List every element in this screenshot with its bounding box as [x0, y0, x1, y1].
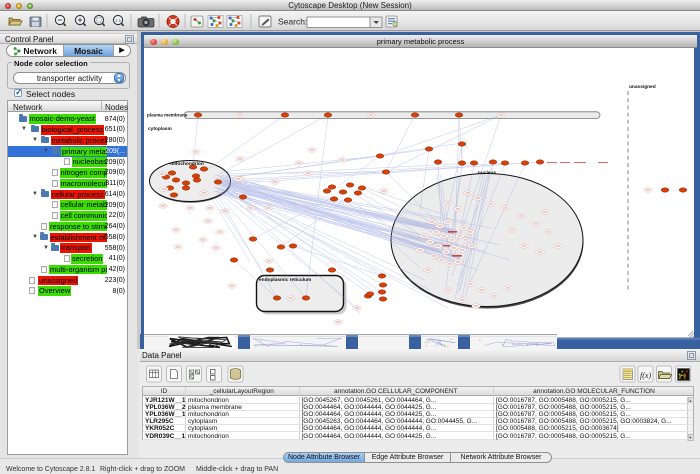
svg-text:cytoplasm: cytoplasm: [148, 126, 172, 132]
svg-text:plasma membrane: plasma membrane: [147, 113, 188, 118]
svg-text:f(x): f(x): [640, 371, 651, 380]
svg-text:unassigned: unassigned: [629, 84, 656, 90]
svg-text:1:1: 1:1: [115, 18, 122, 23]
svg-text:mitochondrion: mitochondrion: [170, 161, 204, 167]
svg-text:endoplasmic reticulum: endoplasmic reticulum: [259, 277, 311, 283]
svg-text:nucleus: nucleus: [478, 170, 496, 176]
svg-text:Search:: Search:: [278, 17, 307, 27]
